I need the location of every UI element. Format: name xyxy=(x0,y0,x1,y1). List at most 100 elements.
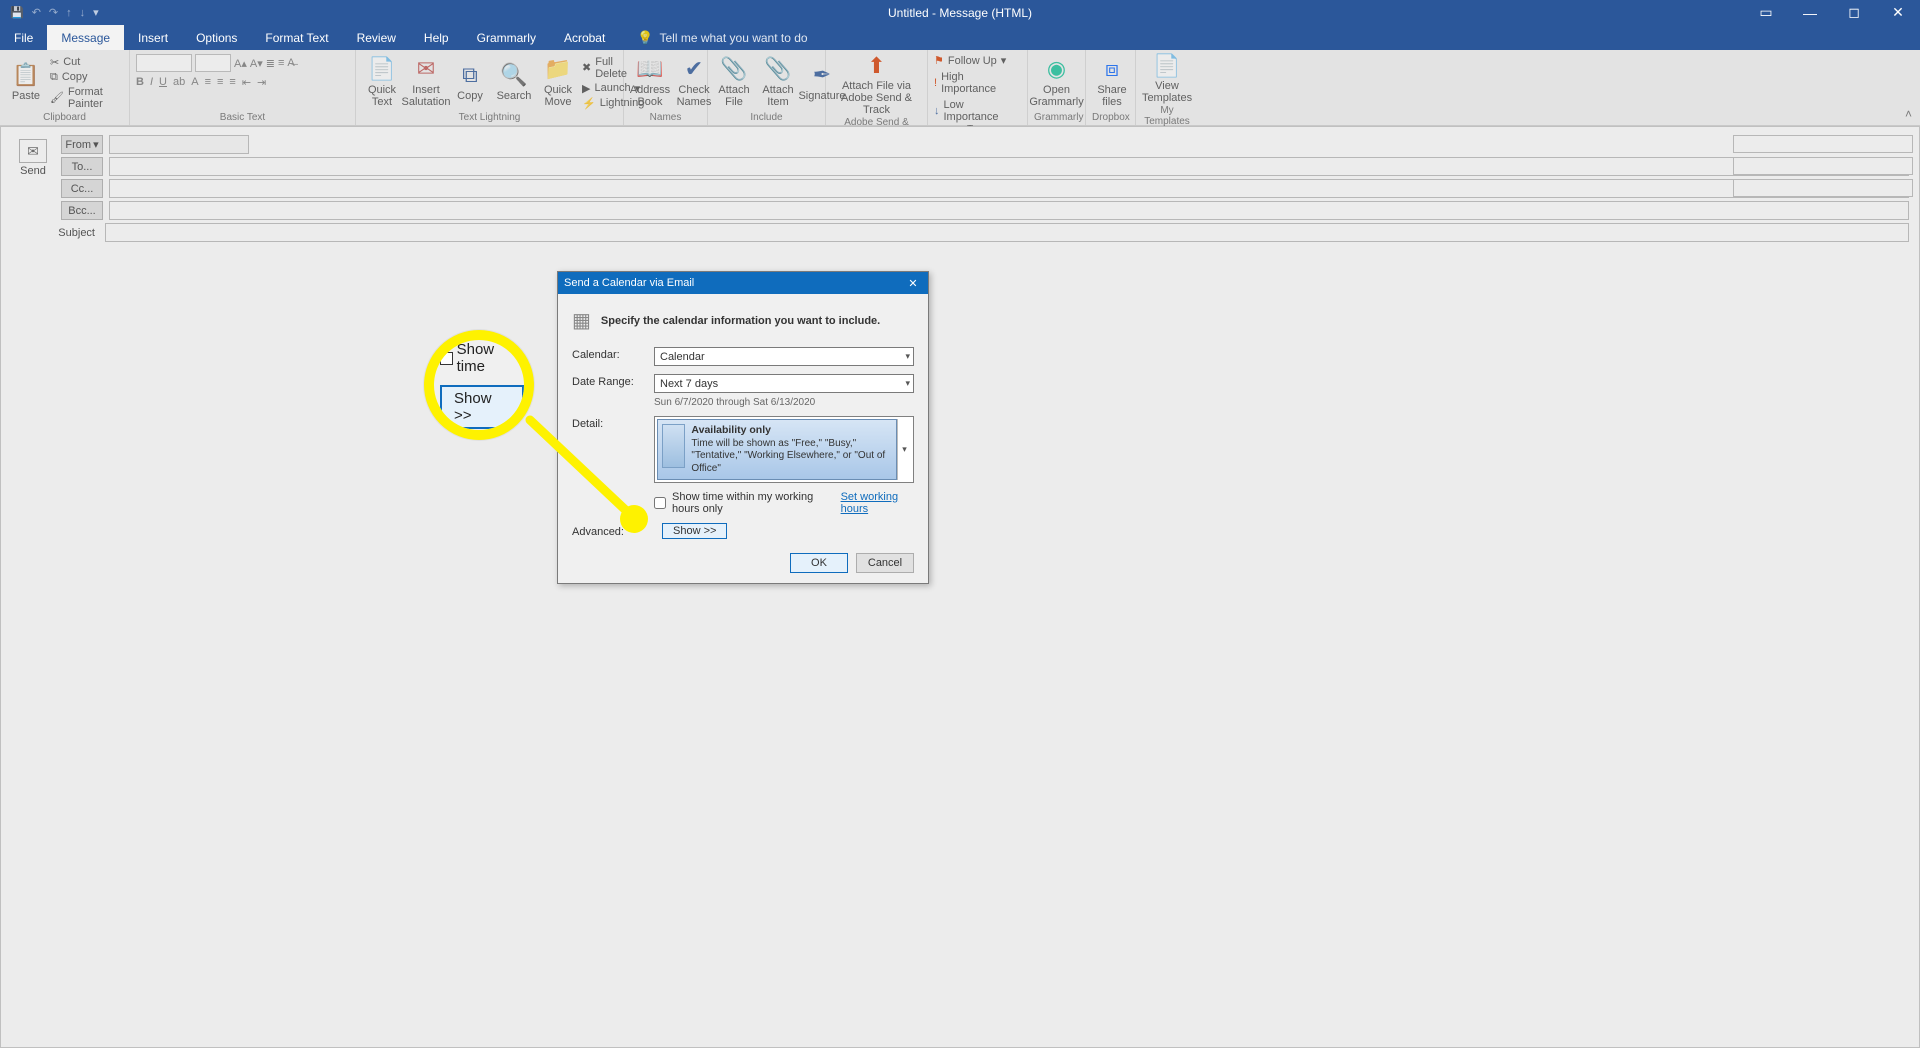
highlight-icon[interactable]: ab xyxy=(173,76,185,89)
fmt-label: Format Painter xyxy=(68,86,123,110)
grammarly-label: Open Grammarly xyxy=(1029,84,1083,108)
daterange-select[interactable]: Next 7 days ▾ xyxy=(654,374,914,393)
qat-more-icon[interactable]: ▾ xyxy=(93,6,99,19)
dialog-close-icon[interactable]: ✕ xyxy=(904,277,922,290)
cut-label: Cut xyxy=(63,56,80,68)
compose-area: ✉ Send From▾ To... Cc... Bcc... Subject xyxy=(0,126,1920,1048)
cc-button[interactable]: Cc... xyxy=(61,179,103,198)
tab-file[interactable]: File xyxy=(0,25,47,50)
magnifier-checkbox-row: Show time xyxy=(440,341,524,375)
indent-dec-icon[interactable]: ⇤ xyxy=(242,76,251,89)
tl-search-button[interactable]: 🔍Search xyxy=(494,63,534,101)
address-book-button[interactable]: 📖Address Book xyxy=(630,57,670,107)
low-importance-button[interactable]: ↓ Low Importance xyxy=(934,99,1021,123)
side-field-1[interactable] xyxy=(1733,135,1913,153)
maximize-icon[interactable]: ◻ xyxy=(1832,0,1876,25)
bcc-button[interactable]: Bcc... xyxy=(61,201,103,220)
tab-help[interactable]: Help xyxy=(410,25,463,50)
bcc-input[interactable] xyxy=(109,201,1909,220)
addrbook-label: Address Book xyxy=(630,84,670,108)
tab-acrobat[interactable]: Acrobat xyxy=(550,25,619,50)
font-color-icon[interactable]: A xyxy=(191,76,198,89)
attachfile-label: Attach File xyxy=(718,84,749,108)
align-right-icon[interactable]: ≡ xyxy=(229,76,235,89)
collapse-ribbon-icon[interactable]: ˄ xyxy=(1905,107,1912,121)
view-templates-button[interactable]: 📄View Templates xyxy=(1142,54,1192,104)
show-advanced-button[interactable]: Show >> xyxy=(662,523,727,539)
low-label: Low Importance xyxy=(944,99,1022,123)
save-icon[interactable]: 💾 xyxy=(10,6,24,19)
paste-button[interactable]: 📋 Paste xyxy=(6,63,46,101)
dropbox-share-button[interactable]: ⧈Share files xyxy=(1092,57,1132,107)
tl-copy-button[interactable]: ⧉ Copy xyxy=(450,63,490,101)
adobe-send-track-button[interactable]: ⬆Attach File via Adobe Send & Track xyxy=(832,54,921,116)
underline-icon[interactable]: U xyxy=(159,76,167,89)
from-button[interactable]: From▾ xyxy=(61,135,103,154)
cancel-button[interactable]: Cancel xyxy=(856,553,914,573)
font-name-select[interactable] xyxy=(136,54,192,72)
checknames-icon: ✔ xyxy=(685,57,703,81)
italic-icon[interactable]: I xyxy=(150,76,153,89)
redo-icon[interactable]: ↷ xyxy=(49,6,58,19)
shrink-font-icon[interactable]: A▾ xyxy=(250,57,263,70)
numbering-icon[interactable]: ≡ xyxy=(278,57,284,69)
bullets-icon[interactable]: ≣ xyxy=(266,57,275,70)
workhours-checkbox[interactable] xyxy=(654,497,666,509)
close-icon[interactable]: ✕ xyxy=(1876,0,1920,25)
window-title: Untitled - Message (HTML) xyxy=(888,6,1032,20)
tab-grammarly[interactable]: Grammarly xyxy=(463,25,550,50)
calendar-field-label: Calendar: xyxy=(572,347,654,361)
detail-thumb-icon xyxy=(662,424,685,468)
attach-item-button[interactable]: 📎Attach Item xyxy=(758,57,798,107)
cut-button[interactable]: ✂ Cut xyxy=(50,56,123,69)
chevron-down-icon: ▾ xyxy=(905,351,910,362)
ok-button[interactable]: OK xyxy=(790,553,848,573)
follow-up-button[interactable]: ⚑ Follow Up ▾ xyxy=(934,54,1021,67)
tl-copy-label: Copy xyxy=(457,90,483,102)
open-grammarly-button[interactable]: ◉Open Grammarly xyxy=(1034,57,1079,107)
to-button[interactable]: To... xyxy=(61,157,103,176)
subject-input[interactable] xyxy=(105,223,1909,242)
up-icon[interactable]: ↑ xyxy=(66,7,72,19)
group-textlightning-label: Text Lightning xyxy=(362,111,617,125)
undo-icon[interactable]: ↶ xyxy=(32,6,41,19)
down-icon[interactable]: ↓ xyxy=(80,7,86,19)
quick-move-button[interactable]: 📁Quick Move xyxy=(538,57,578,107)
send-button[interactable]: ✉ xyxy=(19,139,47,163)
quick-text-button[interactable]: 📄Quick Text xyxy=(362,57,402,107)
align-left-icon[interactable]: ≡ xyxy=(205,76,211,89)
side-field-3[interactable] xyxy=(1733,179,1913,197)
indent-inc-icon[interactable]: ⇥ xyxy=(257,76,266,89)
salutation-label: Insert Salutation xyxy=(402,84,451,108)
tab-insert[interactable]: Insert xyxy=(124,25,182,50)
tl-copy-icon: ⧉ xyxy=(462,63,478,87)
tab-format-text[interactable]: Format Text xyxy=(251,25,342,50)
tab-review[interactable]: Review xyxy=(343,25,410,50)
ribbon-options-icon[interactable]: ▭ xyxy=(1744,0,1788,25)
attach-file-button[interactable]: 📎Attach File xyxy=(714,57,754,107)
calendar-select[interactable]: Calendar ▾ xyxy=(654,347,914,366)
tab-options[interactable]: Options xyxy=(182,25,251,50)
copy-button[interactable]: ⧉ Copy xyxy=(50,71,123,84)
side-field-2[interactable] xyxy=(1733,157,1913,175)
font-size-select[interactable] xyxy=(195,54,231,72)
bold-icon[interactable]: B xyxy=(136,76,144,89)
daterange-note: Sun 6/7/2020 through Sat 6/13/2020 xyxy=(654,397,914,408)
quickmove-label: Quick Move xyxy=(544,84,572,108)
detail-select[interactable]: Availability only Time will be shown as … xyxy=(654,416,914,483)
set-working-hours-link[interactable]: Set working hours xyxy=(841,491,914,515)
insert-salutation-button[interactable]: ✉Insert Salutation xyxy=(406,57,446,107)
paste-label: Paste xyxy=(12,90,40,102)
tell-me-search[interactable]: 💡 Tell me what you want to do xyxy=(619,25,807,50)
minimize-icon[interactable]: — xyxy=(1788,0,1832,25)
format-painter-button[interactable]: 🖌 Format Painter xyxy=(50,86,123,110)
ribbon-tabs: File Message Insert Options Format Text … xyxy=(0,25,1920,50)
grow-font-icon[interactable]: A▴ xyxy=(234,57,247,70)
cc-input[interactable] xyxy=(109,179,1909,198)
tab-message[interactable]: Message xyxy=(47,25,124,50)
to-input[interactable] xyxy=(109,157,1909,176)
ribbon: 📋 Paste ✂ Cut ⧉ Copy 🖌 Format Painter Cl… xyxy=(0,50,1920,126)
clear-format-icon[interactable]: A̶ xyxy=(287,57,294,69)
high-importance-button[interactable]: ! High Importance xyxy=(934,71,1021,95)
align-center-icon[interactable]: ≡ xyxy=(217,76,223,89)
